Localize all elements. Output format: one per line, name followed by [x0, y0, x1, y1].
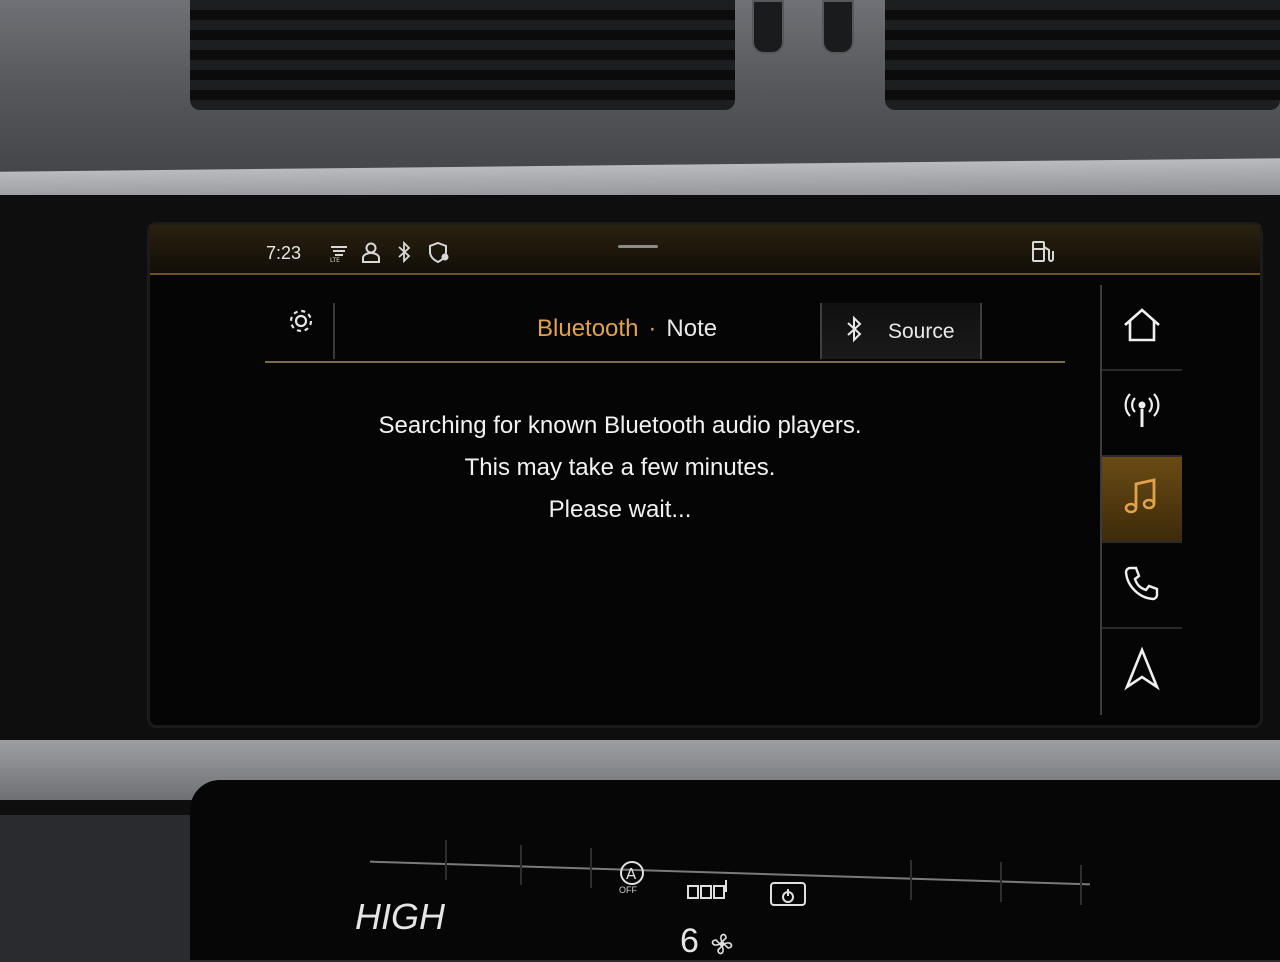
svg-text:LTE: LTE [330, 257, 340, 263]
auto-off-label: OFF [619, 885, 637, 895]
security-shield-icon [428, 241, 452, 268]
svg-text:A: A [626, 865, 637, 883]
title-separator: · [648, 315, 657, 342]
status-bar: 7:23 LTE [150, 225, 1260, 275]
nav-phone[interactable] [1102, 543, 1182, 629]
divider [333, 303, 335, 359]
divider [590, 848, 592, 888]
page-title: Bluetooth · Note [537, 315, 717, 343]
divider [910, 860, 912, 900]
source-label: Source [888, 320, 955, 343]
message-line: Searching for known Bluetooth audio play… [378, 412, 862, 439]
fuel-pump-icon [1030, 239, 1056, 269]
pull-down-handle[interactable] [618, 245, 658, 248]
nav-navigation[interactable] [1102, 629, 1182, 713]
lte-signal-icon: LTE [328, 241, 350, 268]
rear-defrost-icon[interactable] [768, 880, 808, 914]
divider [1000, 862, 1002, 902]
gear-icon[interactable] [287, 307, 315, 339]
nav-radio[interactable] [1102, 371, 1182, 457]
vent-knob-right [822, 0, 854, 54]
source-button[interactable]: Source [820, 303, 982, 359]
message-line: This may take a few minutes. [464, 454, 776, 481]
vent-knob-left [752, 0, 784, 54]
radio-broadcast-icon [1121, 391, 1163, 435]
temperature-setting[interactable]: HIGH [355, 896, 445, 938]
user-profile-icon[interactable] [360, 241, 382, 268]
title-device: Note [666, 315, 718, 342]
infotainment-screen: 7:23 LTE Bluetooth · Note Source Searchi… [150, 225, 1260, 725]
divider [520, 845, 522, 885]
air-vent-left [190, 0, 735, 110]
media-header: Bluetooth · Note Source [265, 285, 1065, 363]
divider [445, 840, 447, 880]
message-line: Please wait... [548, 496, 692, 523]
music-note-icon [1122, 476, 1162, 522]
title-source: Bluetooth [537, 315, 639, 342]
home-icon [1121, 307, 1163, 347]
fan-level[interactable]: 6 [680, 922, 699, 961]
bluetooth-icon [844, 315, 864, 347]
seat-heat-icon[interactable] [686, 878, 732, 908]
navigation-arrow-icon [1124, 646, 1160, 695]
bluetooth-icon [396, 240, 412, 268]
clock: 7:23 [266, 243, 302, 263]
air-vent-right [885, 0, 1280, 110]
fan-icon [708, 930, 736, 962]
main-nav-rail [1100, 285, 1182, 715]
status-message: Searching for known Bluetooth audio play… [300, 405, 940, 531]
nav-media[interactable] [1102, 457, 1182, 543]
divider [1080, 865, 1082, 905]
nav-home[interactable] [1102, 285, 1182, 371]
phone-icon [1122, 563, 1162, 607]
